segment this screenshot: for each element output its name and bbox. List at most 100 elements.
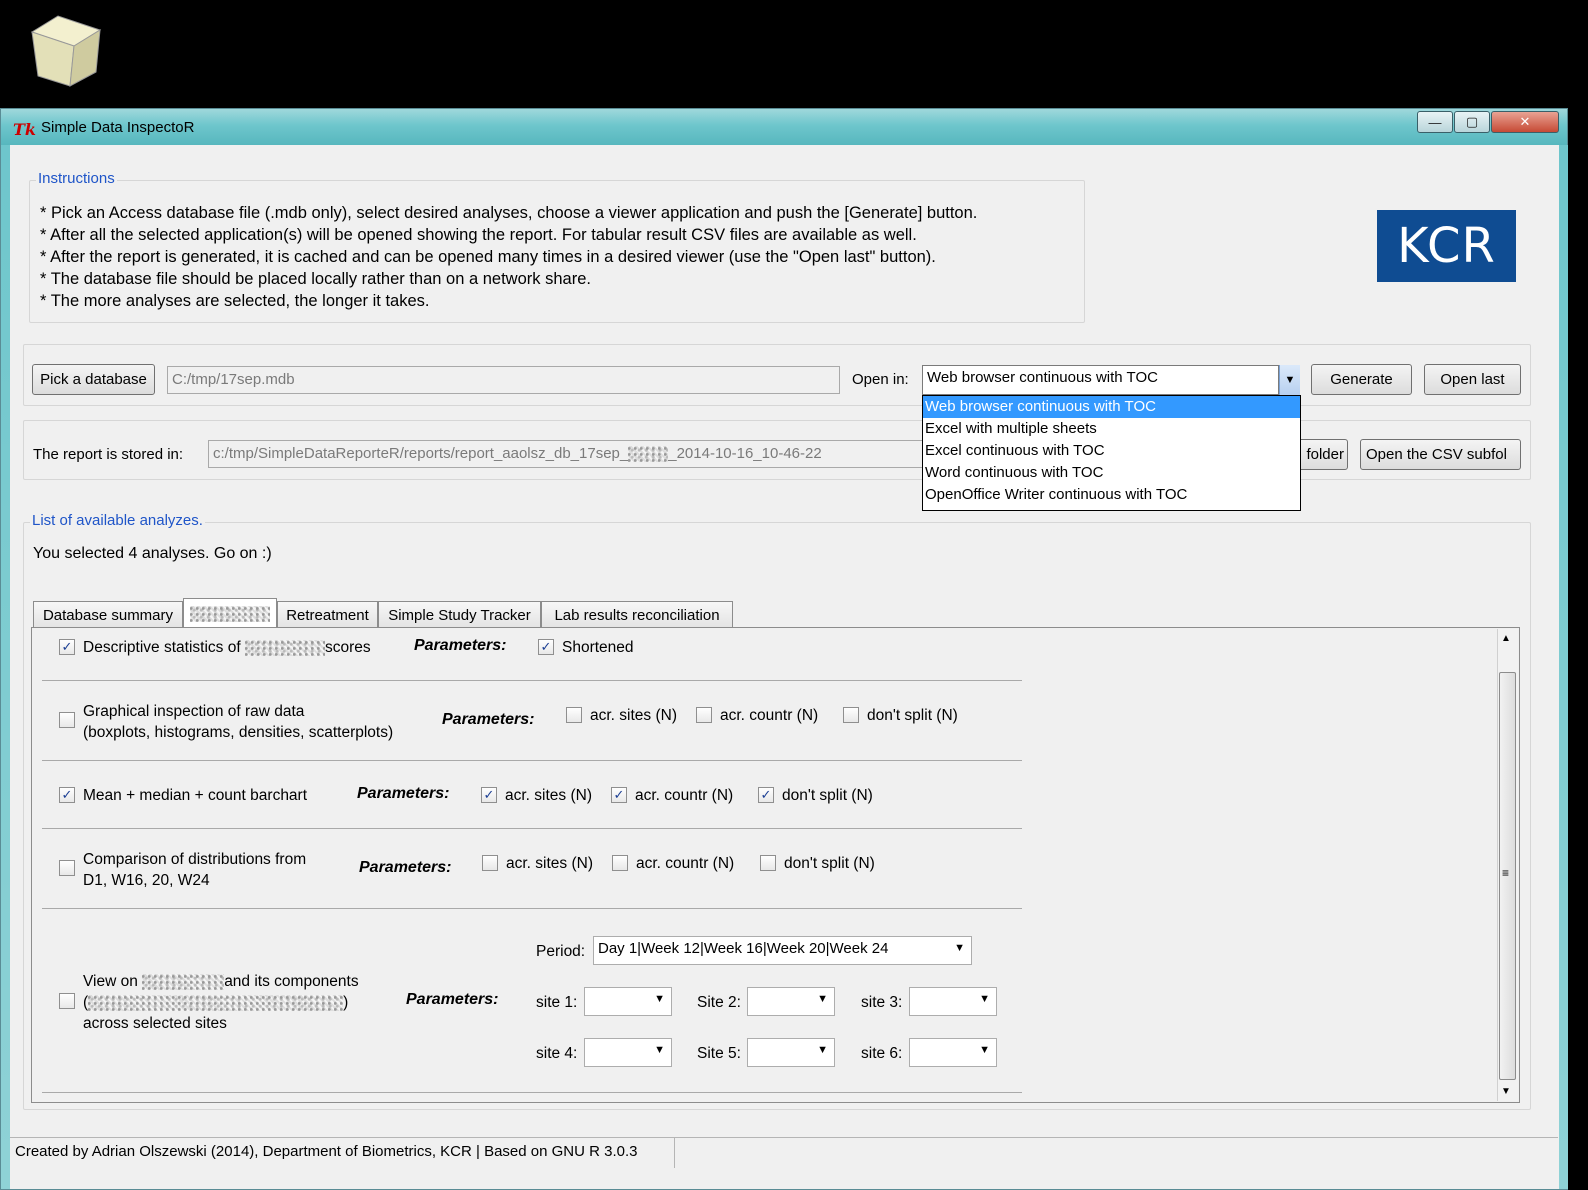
site-6-combobox[interactable]: ▼ [909,1038,997,1067]
open-in-combobox[interactable]: Web browser continuous with TOC [922,365,1279,395]
analysis-label: Graphical inspection of raw data [83,703,305,720]
dropdown-option[interactable]: Word continuous with TOC [923,462,1300,484]
site-label: Site 5: [697,1045,741,1062]
analysis-label: across selected sites [83,1015,227,1032]
tab-redacted[interactable] [183,598,277,628]
param-checkbox[interactable]: ✓ [481,787,497,803]
status-text: Created by Adrian Olszewski (2014), Depa… [15,1143,638,1160]
analysis-checkbox[interactable]: ✓ [59,639,75,655]
generate-button[interactable]: Generate [1311,364,1412,395]
tab-retreatment[interactable]: Retreatment [277,601,378,628]
check-icon: ✓ [613,787,625,802]
check-icon: ✓ [61,639,73,654]
chevron-down-icon: ▼ [817,1044,828,1056]
open-csv-subfolder-button[interactable]: Open the CSV subfol [1360,439,1521,470]
param-label: don't split (N) [784,855,875,872]
site-5-combobox[interactable]: ▼ [747,1038,835,1067]
parameters-label: Parameters: [414,637,507,654]
open-in-label: Open in: [852,371,909,388]
open-last-button[interactable]: Open last [1424,364,1521,395]
row-divider [42,680,1022,681]
analysis-label-part: Descriptive statistics of [83,639,241,656]
report-path-prefix: c:/tmp/SimpleDataReporteR/reports/report… [213,445,629,462]
maximize-button[interactable]: ▢ [1454,111,1490,133]
dropdown-option[interactable]: OpenOffice Writer continuous with TOC [923,484,1300,506]
window-title: Simple Data InspectoR [41,119,195,136]
close-button[interactable]: ✕ [1491,111,1559,133]
analysis-label-part: View on [83,973,138,990]
dropdown-option[interactable]: Web browser continuous with TOC [923,396,1300,418]
analysis-label: (boxplots, histograms, densities, scatte… [83,724,394,741]
cube-desktop-icon[interactable] [30,14,104,88]
instruction-line: * The database file should be placed loc… [40,270,591,288]
dropdown-option[interactable]: Excel with multiple sheets [923,418,1300,440]
analysis-checkbox[interactable] [59,712,75,728]
analysis-label-part: and its components [224,973,359,990]
tab-simple-study-tracker[interactable]: Simple Study Tracker [378,601,541,628]
check-icon: ✓ [61,787,73,802]
analysis-checkbox[interactable]: ✓ [59,787,75,803]
site-1-combobox[interactable]: ▼ [584,987,672,1016]
chevron-down-icon: ▼ [654,1044,665,1056]
minimize-button[interactable]: — [1417,111,1453,133]
redacted-text [88,994,344,1011]
row-divider [42,1092,1022,1093]
chevron-down-icon: ▼ [979,993,990,1005]
title-bar[interactable] [1,109,1567,145]
redacted-text [142,973,225,990]
scroll-down-icon[interactable]: ▼ [1501,1086,1511,1097]
site-4-combobox[interactable]: ▼ [584,1038,672,1067]
param-checkbox[interactable]: ✓ [611,787,627,803]
report-path-field[interactable]: c:/tmp/SimpleDataReporteR/reports/report… [208,440,928,468]
analysis-label: D1, W16, 20, W24 [83,872,210,889]
pick-database-button[interactable]: Pick a database [32,364,155,395]
param-checkbox[interactable] [566,707,582,723]
status-bar: Created by Adrian Olszewski (2014), Depa… [10,1137,1558,1168]
tab-database-summary[interactable]: Database summary [33,601,183,628]
instruction-line: * After all the selected application(s) … [40,226,917,244]
scroll-up-icon[interactable]: ▲ [1501,633,1511,644]
dropdown-option[interactable]: Excel continuous with TOC [923,440,1300,462]
site-label: Site 2: [697,994,741,1011]
analysis-label: () [83,992,348,1013]
analysis-checkbox[interactable] [59,860,75,876]
param-checkbox[interactable] [843,707,859,723]
site-2-combobox[interactable]: ▼ [747,987,835,1016]
check-icon: ✓ [483,787,495,802]
check-icon: ✓ [760,787,772,802]
analysis-label: Descriptive statistics of scores [83,637,371,658]
chevron-down-icon: ▼ [954,942,965,954]
window-frame-right [1559,145,1568,1189]
analysis-label-part: ) [343,994,349,1011]
analysis-label-part: scores [324,639,371,656]
chevron-down-icon[interactable]: ▼ [1279,365,1300,395]
analysis-label: Comparison of distributions from [83,851,307,868]
param-checkbox[interactable]: ✓ [758,787,774,803]
tab-lab-results-reconciliation[interactable]: Lab results reconciliation [541,601,733,628]
redacted-text [244,639,325,656]
site-label: site 1: [536,994,578,1011]
period-combobox[interactable]: Day 1|Week 12|Week 16|Week 20|Week 24 ▼ [593,936,972,965]
check-icon: ✓ [540,639,552,654]
period-label: Period: [536,943,586,960]
database-path-field[interactable]: C:/tmp/17sep.mdb [167,366,840,394]
site-3-combobox[interactable]: ▼ [909,987,997,1016]
chevron-down-icon: ▼ [979,1044,990,1056]
analysis-checkbox[interactable] [59,993,75,1009]
param-checkbox[interactable] [760,855,776,871]
minimize-icon: — [1428,114,1442,130]
open-in-dropdown-list: Web browser continuous with TOC Excel wi… [922,395,1301,511]
param-checkbox[interactable]: ✓ [538,639,554,655]
report-stored-label: The report is stored in: [33,446,184,463]
param-checkbox[interactable] [612,855,628,871]
parameters-label: Parameters: [442,711,535,728]
analysis-label: View on and its components [83,971,359,992]
param-checkbox[interactable] [482,855,498,871]
report-path-suffix: _2014-10-16_10-46-22 [668,445,822,462]
param-label: acr. countr (N) [720,707,819,724]
param-label: don't split (N) [782,787,873,804]
instruction-line: * The more analyses are selected, the lo… [40,292,430,310]
selection-status: You selected 4 analyses. Go on :) [33,545,272,562]
param-checkbox[interactable] [696,707,712,723]
param-label: acr. sites (N) [506,855,593,872]
